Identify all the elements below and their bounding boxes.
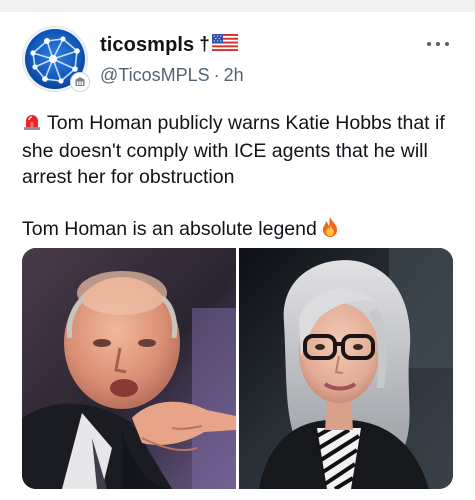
more-dot	[445, 42, 449, 46]
handle[interactable]: @TicosMPLS	[100, 65, 210, 86]
post-paragraph-1: Tom Homan publicly warns Katie Hobbs tha…	[22, 110, 454, 190]
handle-row: @TicosMPLS · 2h	[100, 64, 244, 86]
fire-icon	[321, 216, 339, 245]
cross-symbol: †	[199, 34, 210, 55]
more-options-icon[interactable]	[427, 40, 449, 48]
post-paragraph-2: Tom Homan is an absolute legend	[22, 216, 454, 245]
top-strip	[0, 0, 475, 12]
media-image-1[interactable]	[22, 248, 236, 489]
us-flag-icon	[211, 34, 238, 56]
timestamp[interactable]: 2h	[224, 65, 244, 86]
more-dot	[436, 42, 440, 46]
post-media[interactable]	[22, 248, 453, 489]
media-image-2[interactable]	[239, 248, 453, 489]
tweet-card[interactable]: ticosmpls † @TicosMPLS · 2h Tom Homan pu…	[0, 12, 475, 500]
post-text-line-2: Tom Homan is an absolute legend	[22, 218, 317, 240]
post-text-line-1: Tom Homan publicly warns Katie Hobbs tha…	[22, 112, 445, 188]
display-name-row: ticosmpls †	[100, 32, 244, 58]
police-siren-icon	[22, 111, 42, 138]
affiliate-badge-icon	[70, 72, 90, 92]
separator-dot: ·	[213, 64, 220, 85]
post-text: Tom Homan publicly warns Katie Hobbs tha…	[22, 110, 454, 245]
display-name[interactable]: ticosmpls	[100, 34, 194, 57]
more-dot	[427, 42, 431, 46]
page: ticosmpls † @TicosMPLS · 2h Tom Homan pu…	[0, 0, 475, 500]
post-header: ticosmpls † @TicosMPLS · 2h	[100, 32, 244, 86]
